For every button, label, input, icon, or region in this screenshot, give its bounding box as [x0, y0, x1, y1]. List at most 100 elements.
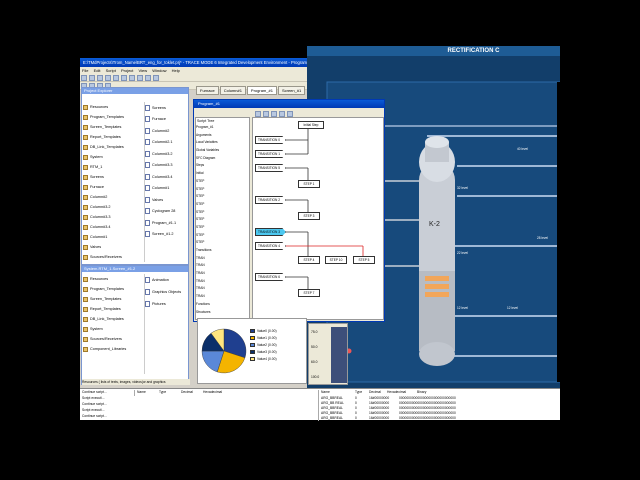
list-item[interactable]: Animation: [145, 274, 189, 286]
list-item[interactable]: Resources: [83, 102, 143, 112]
list-item[interactable]: DB_Link_Templates: [83, 142, 143, 152]
paste-icon[interactable]: [121, 75, 127, 81]
tree-node[interactable]: Global Variables: [196, 147, 249, 155]
list-item[interactable]: Column#3.2: [145, 148, 189, 160]
sfc-transition[interactable]: TRANSITION 1: [255, 150, 286, 158]
list-item[interactable]: Screens: [145, 102, 189, 114]
sfc-step[interactable]: STEP 7: [298, 289, 320, 297]
tree-node[interactable]: STEP: [196, 232, 249, 240]
list-item[interactable]: RTM_1: [83, 162, 143, 172]
list-item[interactable]: Column#2: [83, 192, 143, 202]
new-icon[interactable]: [81, 75, 87, 81]
list-item[interactable]: DB_Link_Templates: [83, 314, 143, 324]
tree-node[interactable]: STEP: [196, 224, 249, 232]
open-icon[interactable]: [89, 75, 95, 81]
list-item[interactable]: Screen_#1.2: [145, 229, 189, 241]
sfc-transition[interactable]: TRANSITION 0: [255, 136, 286, 144]
list-item[interactable]: System: [83, 152, 143, 162]
list-item[interactable]: Furnace: [83, 182, 143, 192]
column-header[interactable]: Decimal: [181, 390, 203, 396]
list-item[interactable]: Column#3.2: [83, 202, 143, 212]
list-item[interactable]: Furnace: [145, 114, 189, 126]
tree-node[interactable]: Program_#1: [196, 124, 249, 132]
tree-node[interactable]: STEP: [196, 209, 249, 217]
column-header[interactable]: Hexadecimal: [203, 390, 225, 396]
tree-node[interactable]: Steps: [196, 162, 249, 170]
list-item[interactable]: Column#2.1: [145, 137, 189, 149]
list-item[interactable]: Component_Libraries: [83, 344, 143, 354]
list-item[interactable]: Program_Templates: [83, 112, 143, 122]
tree-node[interactable]: STEP: [196, 178, 249, 186]
tree-node[interactable]: Initial: [196, 170, 249, 178]
tree-node[interactable]: TRAN: [196, 285, 249, 293]
list-item[interactable]: Program_#1.1: [145, 217, 189, 229]
menu-project[interactable]: Project: [121, 68, 133, 73]
list-item[interactable]: Pictures: [145, 298, 189, 310]
list-item[interactable]: Valves: [83, 242, 143, 252]
list-item[interactable]: Valves: [145, 194, 189, 206]
list-item[interactable]: Sources/Receivers: [83, 252, 143, 262]
tree-node[interactable]: STEP: [196, 186, 249, 194]
menu-script[interactable]: Script: [106, 68, 116, 73]
list-item[interactable]: Sources/Receivers: [83, 334, 143, 344]
tree-node[interactable]: STEP: [196, 239, 249, 247]
list-item[interactable]: Column#1: [83, 232, 143, 242]
undo-icon[interactable]: [129, 75, 135, 81]
tree-node[interactable]: STEP: [196, 201, 249, 209]
list-item[interactable]: Screen_Templates: [83, 294, 143, 304]
table-row[interactable]: ARG_BBREAL 0 16#00000000 000000000000000000…: [319, 416, 558, 421]
column-header[interactable]: Type: [159, 390, 181, 396]
list-item[interactable]: Screens: [83, 172, 143, 182]
list-item[interactable]: Graphics Objects: [145, 286, 189, 298]
sfc-transition[interactable]: TRANSITION 6: [255, 273, 286, 281]
tree-node[interactable]: SFC Diagram: [196, 155, 249, 163]
list-item[interactable]: Column#2: [145, 125, 189, 137]
tree-node[interactable]: Structures: [196, 309, 249, 317]
copy-icon[interactable]: [113, 75, 119, 81]
sfc-transition[interactable]: TRANSITION 3: [255, 228, 286, 236]
tree-node[interactable]: STEP: [196, 216, 249, 224]
sfc-transition[interactable]: TRANSITION 4: [255, 242, 286, 250]
sfc-step[interactable]: Initial Step: [298, 121, 324, 129]
tab-screen-1[interactable]: Screen_#1: [277, 86, 306, 95]
tree-node[interactable]: TRAN: [196, 293, 249, 301]
column-header[interactable]: Name: [137, 390, 159, 396]
tab-column-1[interactable]: Column#1: [219, 86, 246, 95]
tree-node[interactable]: Arguments: [196, 132, 249, 140]
sfc-transition[interactable]: TRANSITION 5: [255, 164, 286, 172]
redo-icon[interactable]: [137, 75, 143, 81]
list-item[interactable]: Column#3.4: [145, 171, 189, 183]
sfc-step[interactable]: STEP 3: [298, 212, 320, 220]
menu-window[interactable]: Window: [152, 68, 166, 73]
tree-node[interactable]: STEP: [196, 193, 249, 201]
tree-node[interactable]: Local Variables: [196, 139, 249, 147]
compile-icon[interactable]: [145, 75, 151, 81]
list-item[interactable]: System: [83, 324, 143, 334]
sfc-step[interactable]: STEP 10: [325, 256, 347, 264]
tree-node[interactable]: TRAN: [196, 262, 249, 270]
sfc-step[interactable]: STEP 5: [353, 256, 375, 264]
list-item[interactable]: Report_Templates: [83, 304, 143, 314]
list-item[interactable]: Column#3.3: [145, 160, 189, 172]
menu-help[interactable]: Help: [172, 68, 180, 73]
tree-node[interactable]: Transitions: [196, 247, 249, 255]
list-item[interactable]: Report_Templates: [83, 132, 143, 142]
menu-view[interactable]: View: [139, 68, 148, 73]
list-item[interactable]: Screen_Templates: [83, 122, 143, 132]
list-item[interactable]: Program_Templates: [83, 284, 143, 294]
sfc-transition[interactable]: TRANSITION 2: [255, 196, 286, 204]
list-item[interactable]: Column#3.3: [83, 212, 143, 222]
menu-edit[interactable]: Edit: [94, 68, 101, 73]
sfc-step[interactable]: STEP 4: [298, 256, 320, 264]
list-item[interactable]: Cyclogram 28: [145, 206, 189, 218]
tree-node[interactable]: TRAN: [196, 278, 249, 286]
message-row[interactable]: Continue script...: [82, 414, 130, 420]
sfc-step[interactable]: STEP 1: [298, 180, 320, 188]
run-icon[interactable]: [153, 75, 159, 81]
list-item[interactable]: Resources: [83, 274, 143, 284]
tree-node[interactable]: Functions: [196, 301, 249, 309]
menu-file[interactable]: File: [82, 68, 88, 73]
tab-program-1[interactable]: Program_#1: [246, 86, 277, 95]
save-icon[interactable]: [97, 75, 103, 81]
list-item[interactable]: Column#3.4: [83, 222, 143, 232]
